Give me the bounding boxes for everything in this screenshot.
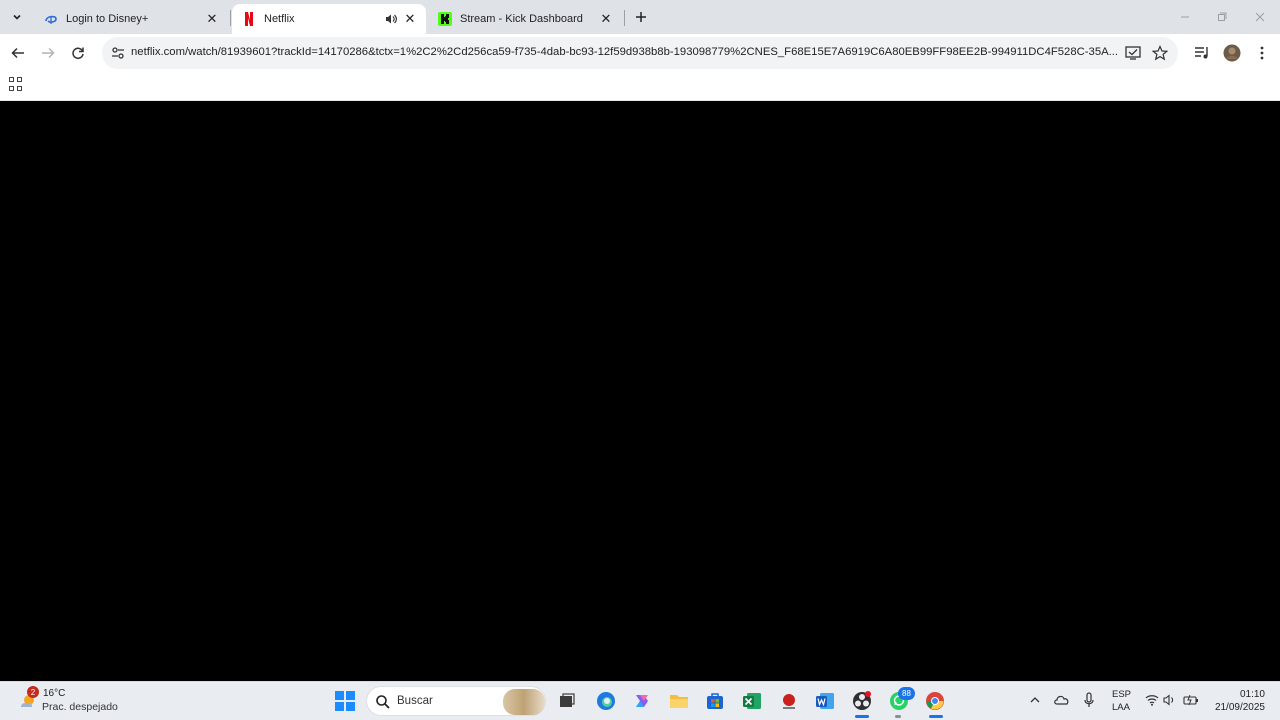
close-tab-icon[interactable]: ✕ [204, 11, 220, 27]
copilot-icon[interactable] [630, 689, 654, 713]
bookmark-star-icon[interactable] [1151, 44, 1169, 62]
tab-search-chevron-icon[interactable] [6, 6, 28, 28]
restore-icon[interactable] [1211, 6, 1233, 28]
windows-start-icon[interactable] [335, 691, 355, 711]
clock-time: 01:10 [1239, 689, 1265, 700]
disney-favicon-icon [44, 12, 58, 26]
video-player-area[interactable] [0, 101, 1280, 681]
browser-toolbar: netflix.com/watch/81939601?trackId=14170… [0, 34, 1280, 72]
weather-description[interactable]: Prac. despejado [42, 701, 118, 713]
active-app-indicator [855, 715, 869, 718]
task-view-icon[interactable] [555, 689, 579, 713]
show-hidden-icons-chevron-icon[interactable] [1026, 691, 1044, 709]
input-language-indicator[interactable]: ESP LAA [1112, 688, 1132, 714]
file-explorer-icon[interactable] [667, 689, 691, 713]
edge-browser-icon[interactable] [594, 689, 618, 713]
speaker-audio-icon[interactable] [384, 11, 398, 27]
back-arrow-icon[interactable] [6, 41, 30, 65]
more-menu-kebab-icon[interactable] [1250, 41, 1274, 65]
language-code: ESP [1112, 689, 1132, 700]
profile-avatar-icon[interactable] [1220, 41, 1244, 65]
keyboard-layout: LAA [1112, 702, 1130, 713]
tab-title: Stream - Kick Dashboard [460, 13, 583, 25]
weather-temperature[interactable]: 16°C [43, 688, 65, 699]
tab-disney[interactable]: Login to Disney+ ✕ [34, 4, 228, 34]
kick-favicon-icon [438, 12, 452, 26]
netflix-favicon-icon [242, 12, 256, 26]
tab-divider [624, 10, 625, 26]
excel-icon[interactable] [740, 689, 764, 713]
wifi-icon[interactable] [1143, 691, 1161, 709]
windows-taskbar: 2 16°C Prac. despejado Buscar 88 ESP LAA… [0, 681, 1280, 720]
whatsapp-notification-badge: 88 [898, 687, 915, 700]
new-tab-plus-icon[interactable] [630, 6, 652, 28]
close-window-icon[interactable] [1249, 6, 1271, 28]
tab-divider [230, 10, 231, 26]
search-icon [375, 694, 391, 710]
url-text[interactable]: netflix.com/watch/81939601?trackId=14170… [131, 46, 1121, 58]
search-highlight-image-icon [503, 689, 545, 715]
apps-grid-icon[interactable] [9, 77, 23, 91]
tab-title: Netflix [264, 13, 295, 25]
running-app-indicator [895, 715, 901, 718]
cast-install-icon[interactable] [1124, 44, 1142, 62]
tab-title: Login to Disney+ [66, 13, 149, 25]
tab-strip: Login to Disney+ ✕ Netflix ✕ Stream - Ki… [0, 0, 1280, 34]
minimize-icon[interactable] [1174, 6, 1196, 28]
reload-icon[interactable] [66, 41, 90, 65]
onedrive-cloud-icon[interactable] [1053, 691, 1071, 709]
clock-date: 21/09/2025 [1214, 702, 1265, 713]
close-tab-icon[interactable]: ✕ [598, 11, 614, 27]
forward-arrow-icon[interactable] [36, 41, 60, 65]
address-bar[interactable]: netflix.com/watch/81939601?trackId=14170… [102, 37, 1178, 69]
bookmarks-bar [0, 72, 1280, 101]
red-app-icon[interactable] [777, 689, 801, 713]
chrome-icon[interactable] [923, 689, 947, 713]
site-info-tune-icon[interactable] [110, 45, 126, 61]
close-tab-icon[interactable]: ✕ [402, 11, 418, 27]
tab-netflix[interactable]: Netflix ✕ [232, 4, 426, 34]
microphone-icon[interactable] [1080, 691, 1098, 709]
search-label: Buscar [397, 695, 433, 707]
word-icon[interactable] [813, 689, 837, 713]
microsoft-store-icon[interactable] [703, 689, 727, 713]
system-clock[interactable]: 01:10 21/09/2025 [1207, 688, 1265, 714]
obs-studio-icon[interactable] [850, 689, 874, 713]
tab-kick[interactable]: Stream - Kick Dashboard ✕ [428, 4, 622, 34]
taskbar-search-box[interactable]: Buscar [366, 686, 546, 716]
battery-power-icon[interactable] [1182, 691, 1200, 709]
weather-alert-badge: 2 [27, 686, 39, 698]
active-app-indicator [929, 715, 943, 718]
volume-speaker-icon[interactable] [1161, 691, 1179, 709]
media-controls-icon[interactable] [1190, 41, 1214, 65]
